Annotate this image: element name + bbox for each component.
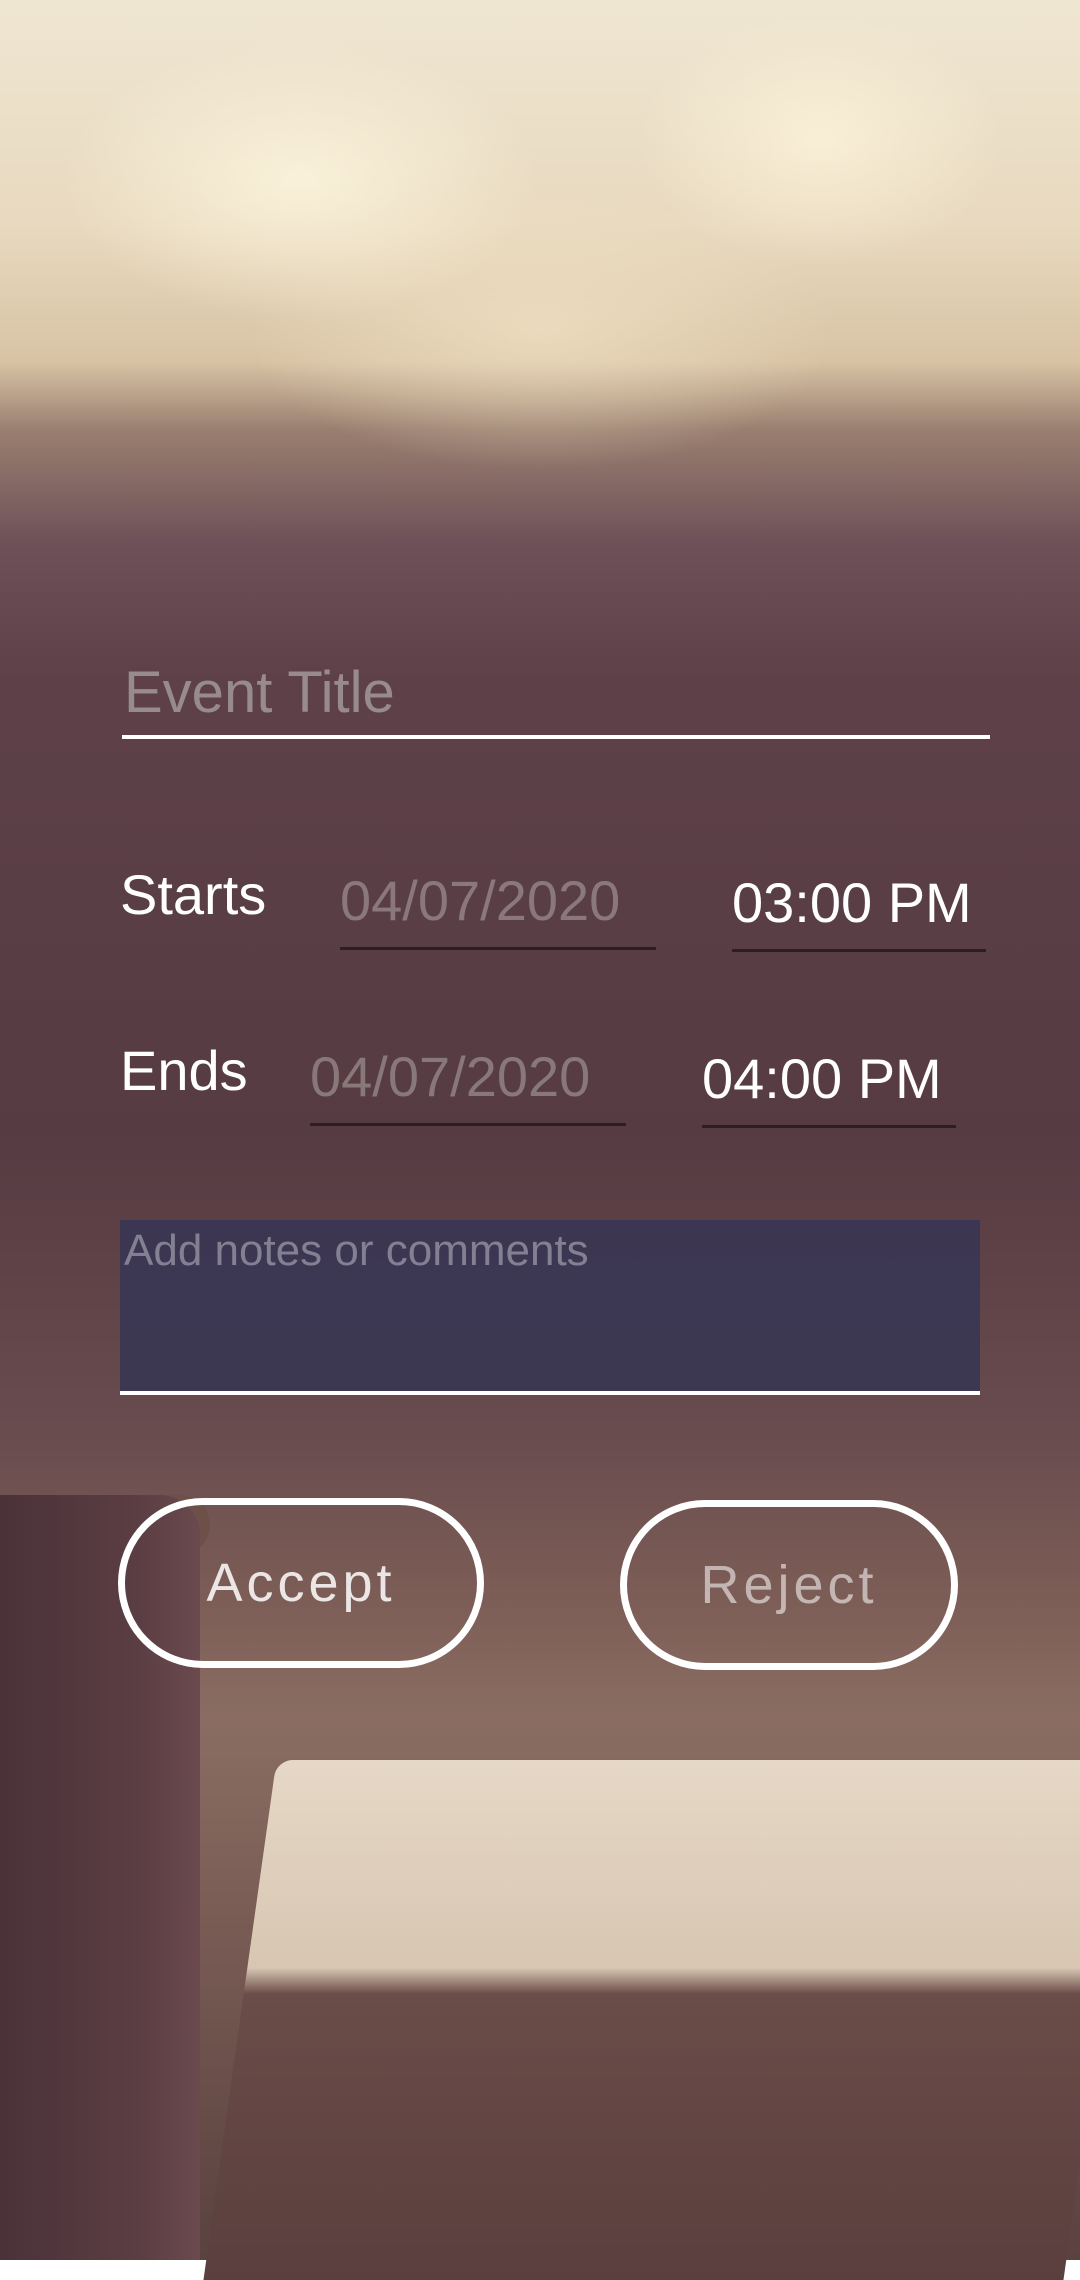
reject-button[interactable]: Reject [620, 1500, 958, 1670]
ends-label: Ends [120, 1039, 248, 1102]
start-time-field[interactable]: 03:00 PM [732, 870, 986, 952]
event-title-input[interactable] [122, 650, 990, 739]
event-form: Starts 04/07/2020 03:00 PM Ends 04/07/20… [0, 0, 1080, 2260]
start-date-field[interactable]: 04/07/2020 [340, 868, 656, 950]
notes-input[interactable] [120, 1220, 980, 1395]
end-time-field[interactable]: 04:00 PM [702, 1046, 956, 1128]
accept-button[interactable]: Accept [118, 1498, 484, 1668]
end-date-field[interactable]: 04/07/2020 [310, 1044, 626, 1126]
starts-label: Starts [120, 863, 267, 926]
